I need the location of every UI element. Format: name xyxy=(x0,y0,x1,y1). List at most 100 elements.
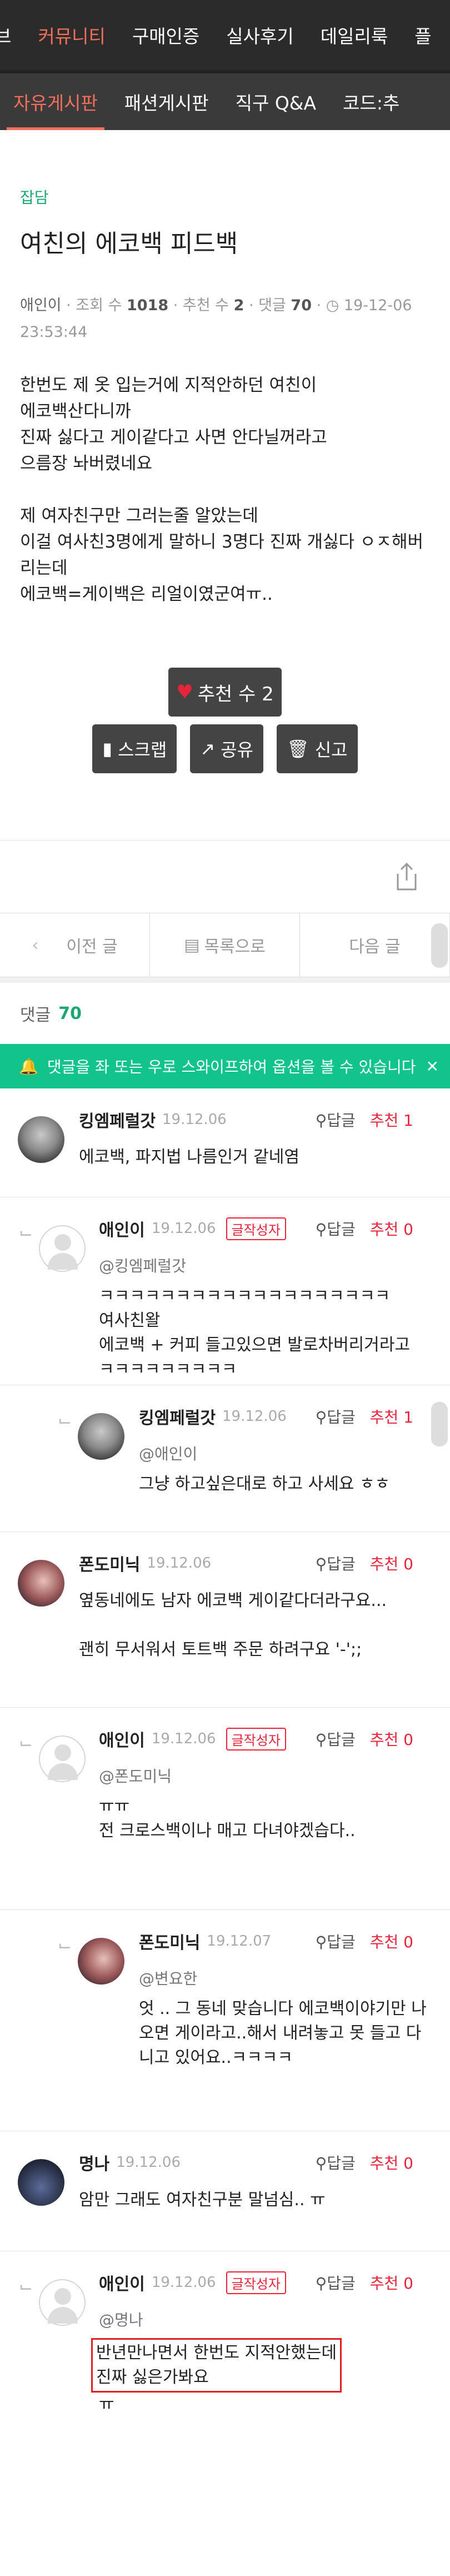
list-link[interactable]: ▤ 목록으로 xyxy=(150,913,300,977)
comment-text: 암만 그래도 여자친구분 말넘심.. ㅠ xyxy=(79,2190,326,2210)
comment-text: ㅠㅠ 전 크로스백이나 매고 다녀야겠습다.. xyxy=(99,1797,356,1841)
recommend-count[interactable]: 추천 0 xyxy=(370,1552,413,1574)
heart-icon: ♥ xyxy=(176,681,193,703)
trash-icon: 🗑 xyxy=(287,738,309,759)
top-tab-daily-look[interactable]: 데일리룩 xyxy=(307,0,401,70)
comment-text: ㅋㅋㅋㅋㅋㅋㅋㅋㅋㅋㅋㅋㅋㅋㅋㅋㅋㅋㅋ 여사친왈 에코백 + 커피 들고있으면 … xyxy=(99,1286,411,1379)
comment-text: 그냥 하고싶은대로 하고 사세요 ㅎㅎ xyxy=(139,1474,391,1494)
comment-author[interactable]: 애인이 xyxy=(99,1727,145,1751)
comments-header-count: 70 xyxy=(58,1003,82,1023)
comment-author[interactable]: 킹엠페럴갓 xyxy=(79,1107,156,1132)
top-tab-purchase-cert[interactable]: 구매인증 xyxy=(119,0,213,70)
comment-item: 명나 19.12.06 ⚲답글 추천 0 암만 그래도 여자친구분 말넘심.. ㅠ xyxy=(0,2140,450,2251)
top-tab-partial-right[interactable]: 플 xyxy=(401,0,444,70)
prev-post-link[interactable]: ‹ 이전 글 xyxy=(0,913,150,977)
comment-item: ⌙ 애인이 19.12.06 글작성자 ⚲답글 추천 0 @폰도미닉 ㅠㅠ 전 크… xyxy=(0,1717,450,1910)
top-tab-partial-left[interactable]: 브 xyxy=(0,0,24,70)
comment-date: 19.12.06 xyxy=(116,2154,181,2171)
writer-badge: 글작성자 xyxy=(226,1727,286,1751)
prev-post-label: 이전 글 xyxy=(66,937,118,957)
post-category[interactable]: 잡담 xyxy=(20,186,430,208)
share-label: 공유 xyxy=(221,739,254,760)
recs-label: 추천 수 xyxy=(182,297,229,314)
swipe-notice: 🔔 댓글을 좌 또는 우로 스와이프하여 옵션을 볼 수 있습니다 ✕ xyxy=(0,1044,450,1088)
list-icon: ▤ xyxy=(184,935,200,955)
report-button[interactable]: 🗑 신고 xyxy=(277,724,358,773)
comment-text: 엇 .. 그 동네 맞습니다 에코백이야기만 나오면 게이라고..해서 내려놓고… xyxy=(139,1999,427,2067)
reply-button[interactable]: ⚲답글 xyxy=(316,1405,356,1428)
comment-item: ⌙ 폰도미닉 19.12.07 ⚲답글 추천 0 @변요한 엇 .. 그 동네 맞… xyxy=(0,1919,450,2131)
chevron-left-icon: ‹ xyxy=(32,935,39,955)
scroll-handle[interactable] xyxy=(431,1402,448,1446)
comment-text-tail: ㅠ xyxy=(99,2395,114,2414)
recommend-count[interactable]: 추천 1 xyxy=(370,1405,413,1428)
comment-author[interactable]: 명나 xyxy=(79,2150,109,2175)
comment-date: 19.12.06 xyxy=(151,2274,216,2291)
comment-item: ⌙ 애인이 19.12.06 글작성자 ⚲답글 추천 0 @킹엠페럴갓 ㅋㅋㅋㅋㅋ… xyxy=(0,1206,450,1385)
recommend-button[interactable]: ♥ 추천 수 2 xyxy=(168,668,282,717)
recommend-count[interactable]: 추천 0 xyxy=(370,1728,413,1750)
comment-mention[interactable]: @폰도미닉 xyxy=(99,1764,450,1787)
comment-date: 19.12.06 xyxy=(151,1730,216,1747)
next-post-link[interactable]: 다음 글 xyxy=(300,913,450,977)
recommend-count[interactable]: 추천 1 xyxy=(370,1108,413,1131)
reply-button[interactable]: ⚲답글 xyxy=(316,1552,356,1574)
recommend-count[interactable]: 추천 0 xyxy=(370,1930,413,1952)
sub-tab-free-board[interactable]: 자유게시판 xyxy=(0,73,111,130)
comment-author[interactable]: 애인이 xyxy=(99,1216,145,1241)
reply-button[interactable]: ⚲답글 xyxy=(316,1728,356,1750)
post-body: 한번도 제 옷 입는거에 지적안하던 여친이 에코백산다니까 진짜 싫다고 게이… xyxy=(20,375,424,604)
comment-date: 19.12.06 xyxy=(147,1555,212,1572)
swipe-notice-text: 댓글을 좌 또는 우로 스와이프하여 옵션을 볼 수 있습니다 xyxy=(47,1058,416,1076)
comment-item: ⌙ 애인이 19.12.06 글작성자 ⚲답글 추천 0 @명나 반년만나면서 한… xyxy=(0,2260,450,2471)
list-label: 목록으로 xyxy=(204,937,266,957)
recommend-count[interactable]: 추천 0 xyxy=(370,1217,413,1240)
article: 잡담 여친의 에코백 피드백 애인이 · 조회 수 1018 · 추천 수 2 … xyxy=(0,186,450,773)
reply-button[interactable]: ⚲답글 xyxy=(316,1108,356,1131)
sub-nav: 자유게시판 패션게시판 직구 Q&A 코드:추 xyxy=(0,73,450,130)
views-count: 1018 xyxy=(126,297,169,314)
recommend-count[interactable]: 추천 0 xyxy=(370,2271,413,2294)
sub-tab-fashion-board[interactable]: 패션게시판 xyxy=(111,73,222,130)
share-button[interactable]: ↗ 공유 xyxy=(190,724,264,773)
scrap-button[interactable]: ▮ 스크랩 xyxy=(92,724,177,773)
recommend-count[interactable]: 추천 0 xyxy=(370,2151,413,2174)
reply-button[interactable]: ⚲답글 xyxy=(316,1217,356,1240)
comment-author[interactable]: 킹엠페럴갓 xyxy=(139,1404,216,1429)
recs-count: 2 xyxy=(233,297,244,314)
comments-header: 댓글 70 xyxy=(0,983,450,1044)
comment-author[interactable]: 폰도미닉 xyxy=(139,1929,200,1953)
comment-mention[interactable]: @킹엠페럴갓 xyxy=(99,1254,450,1276)
writer-badge: 글작성자 xyxy=(226,1217,286,1240)
comment-item: 폰도미닉 19.12.06 ⚲답글 추천 0 옆동네에도 남자 에코백 게이같다더… xyxy=(0,1541,450,1708)
reply-button[interactable]: ⚲답글 xyxy=(316,2271,356,2294)
comment-author[interactable]: 폰도미닉 xyxy=(79,1551,140,1575)
highlighted-comment-text: 반년만나면서 한번도 지적안했는데 진짜 싫은가봐요 xyxy=(91,2338,342,2393)
comment-mention[interactable]: @변요한 xyxy=(139,1967,428,1989)
close-icon[interactable]: ✕ xyxy=(426,1057,439,1076)
views-label: 조회 수 xyxy=(76,297,122,314)
sub-tab-code[interactable]: 코드:추 xyxy=(329,73,413,130)
comments-count: 70 xyxy=(291,297,312,314)
comment-mention[interactable]: @명나 xyxy=(91,2308,450,2330)
top-nav: 브 커뮤니티 구매인증 실사후기 데일리룩 플 xyxy=(0,0,450,73)
writer-badge: 글작성자 xyxy=(226,2271,286,2294)
top-tab-reviews[interactable]: 실사후기 xyxy=(213,0,307,70)
comment-item: 킹엠페럴갓 19.12.06 ⚲답글 추천 1 에코백, 파지법 나름인거 같네염 xyxy=(0,1097,450,1197)
export-icon[interactable] xyxy=(393,862,420,892)
comment-text: 에코백, 파지법 나름인거 같네염 xyxy=(79,1147,299,1167)
sub-tab-direct-qa[interactable]: 직구 Q&A xyxy=(222,73,330,130)
top-tab-community[interactable]: 커뮤니티 xyxy=(24,0,118,70)
reply-button[interactable]: ⚲답글 xyxy=(316,2151,356,2174)
post-author[interactable]: 애인이 xyxy=(20,297,62,314)
comment-date: 19.12.06 xyxy=(222,1408,287,1425)
clock-icon: ◷ xyxy=(326,297,339,314)
share-icon: ↗ xyxy=(200,738,216,759)
comment-mention[interactable]: @애인이 xyxy=(139,1442,450,1464)
comment-date: 19.12.07 xyxy=(207,1933,272,1950)
reply-button[interactable]: ⚲답글 xyxy=(316,1930,356,1952)
scroll-handle[interactable] xyxy=(431,923,448,968)
comment-date: 19.12.06 xyxy=(162,1111,227,1128)
comment-item: ⌙ 킹엠페럴갓 19.12.06 ⚲답글 추천 1 @애인이 그냥 하고싶은대로 … xyxy=(0,1394,450,1532)
comment-author[interactable]: 애인이 xyxy=(99,2270,145,2295)
